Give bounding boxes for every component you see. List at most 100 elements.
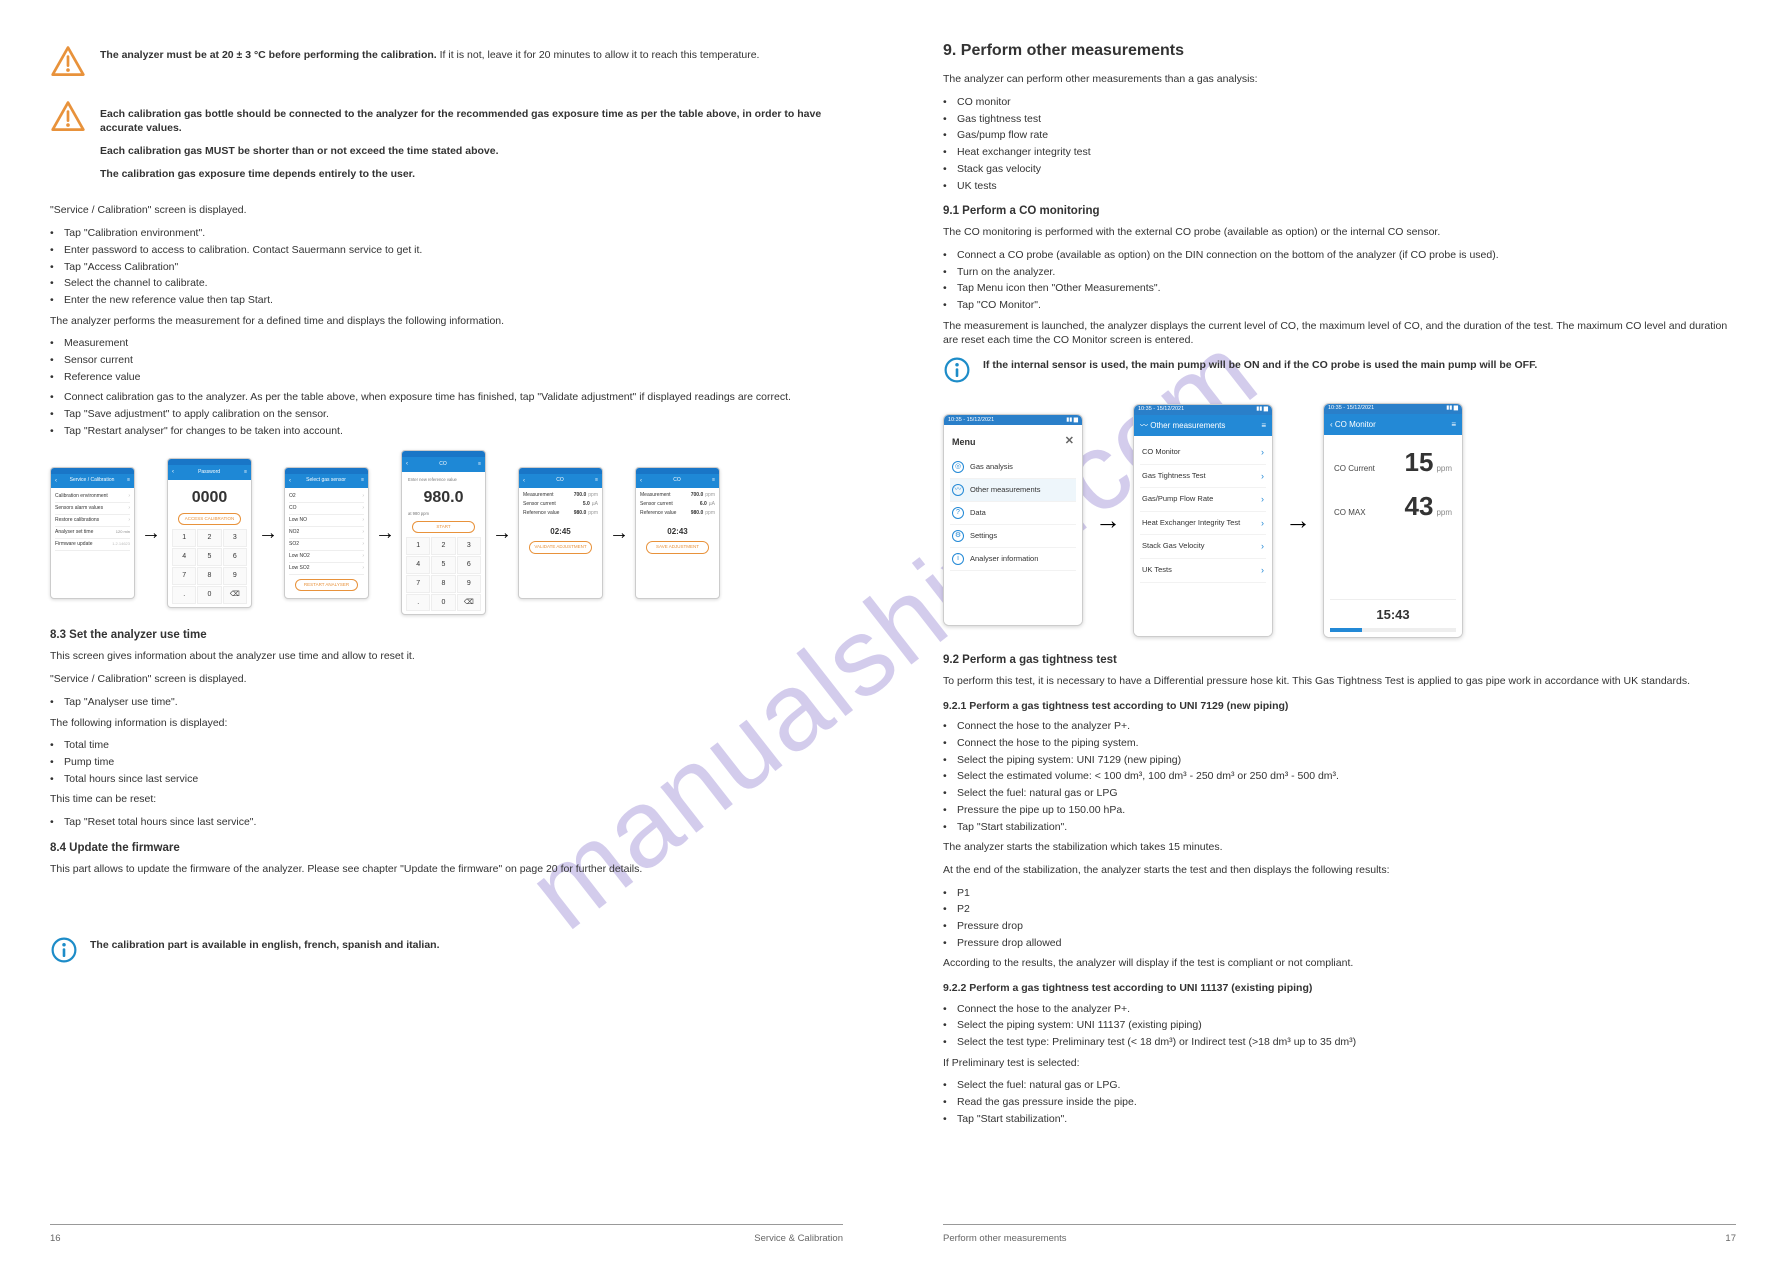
list-item: Select the fuel: natural gas or LPG [943,786,1736,801]
info-icon [943,356,971,389]
list-item: Tap "CO Monitor". [943,298,1736,313]
arrow-icon: → [1285,502,1311,538]
list-item: Gas tightness test [943,112,1736,127]
list-item: Reference value [50,370,843,385]
list-item: Tap "Start stabilization". [943,1112,1736,1127]
section-9-2-2-title: 9.2.2 Perform a gas tightness test accor… [943,981,1736,996]
list-item: UK tests [943,179,1736,194]
list-item: Measurement [50,336,843,351]
chapter-9-intro: The analyzer can perform other measureme… [943,72,1736,87]
chapter-9-title: 9. Perform other measurements [943,40,1736,62]
page-number-left: 16 [50,1232,61,1245]
list-item: Pressure the pipe up to 150.00 hPa. [943,803,1736,818]
list-item: P2 [943,902,1736,917]
list-item: Select the piping system: UNI 11137 (exi… [943,1018,1736,1033]
list-item: P1 [943,886,1736,901]
list-item: Read the gas pressure inside the pipe. [943,1095,1736,1110]
list-item: Tap "Calibration environment". [50,226,843,241]
info-languages-text: The calibration part is available in eng… [90,939,440,951]
warning-1-text: The analyzer must be at 20 ± 3 °C before… [100,44,843,85]
list-item: Connect the hose to the analyzer P+. [943,1002,1736,1017]
warning-icon [50,44,86,85]
list-item: Tap Menu icon then "Other Measurements". [943,281,1736,296]
list-item: Tap "Analyser use time". [50,695,843,710]
list-item: Tap "Restart analyser" for changes to be… [50,424,843,439]
info-internal-text: If the internal sensor is used, the main… [983,359,1537,371]
arrow-icon: → [492,519,512,547]
list-item: Gas/pump flow rate [943,128,1736,143]
info-note-internal-sensor: If the internal sensor is used, the main… [943,356,1736,389]
section-9-2-1-title: 9.2.1 Perform a gas tightness test accor… [943,699,1736,714]
warning-2: Each calibration gas bottle should be co… [50,99,843,190]
p92-a: To perform this test, it is necessary to… [943,674,1736,689]
p91-b: The measurement is launched, the analyze… [943,319,1736,348]
screenshot-select-gas: ‹Select gas sensor≡ O2› CO› Low NO› NO2›… [284,467,369,600]
calibration-steps-b: Connect calibration gas to the analyzer.… [50,390,843,438]
footer-right-title: Perform other measurements [943,1232,1067,1245]
arrow-icon: → [609,519,629,547]
list-item: Connect the hose to the piping system. [943,736,1736,751]
section-8-4-title: 8.4 Update the firmware [50,840,843,856]
list-item: Select the estimated volume: < 100 dm³, … [943,769,1736,784]
list-item: Pressure drop allowed [943,936,1736,951]
list-item: Heat exchanger integrity test [943,145,1736,160]
list-item: Tap "Start stabilization". [943,820,1736,835]
list-item: Total time [50,738,843,753]
measurement-info-list: Measurement Sensor current Reference val… [50,336,843,384]
p91-a: The CO monitoring is performed with the … [943,225,1736,240]
apply-measurement-para: The analyzer performs the measurement fo… [50,314,843,329]
list-item: Select the piping system: UNI 7129 (new … [943,753,1736,768]
calibration-steps-a: Tap "Calibration environment". Enter pas… [50,226,843,307]
list-item: Tap "Save adjustment" to apply calibrati… [50,407,843,422]
page-left: The analyzer must be at 20 ± 3 °C before… [0,0,893,1263]
screenshot-service-calibration: ‹Service / Calibration≡ Calibration envi… [50,467,135,599]
warning-2-text: Each calibration gas bottle should be co… [100,99,843,190]
arrow-icon: → [1095,502,1121,538]
screenshot-co-monitor: 10:35 - 15/12/2021▮▮ ▆ ‹ CO Monitor≡ CO … [1323,403,1463,638]
warning-1: The analyzer must be at 20 ± 3 °C before… [50,44,843,85]
list-item: Total hours since last service [50,772,843,787]
page-number-right: 17 [1725,1232,1736,1245]
list-item: Connect a CO probe (available as option)… [943,248,1736,263]
p921-end: At the end of the stabilization, the ana… [943,863,1736,878]
list-item: Select the fuel: natural gas or LPG. [943,1078,1736,1093]
info-note-languages: The calibration part is available in eng… [50,936,843,969]
p83-reset: This time can be reset: [50,792,843,807]
arrow-icon: → [258,519,278,547]
list-item: Tap "Reset total hours since last servic… [50,815,843,830]
calibration-screen-para: "Service / Calibration" screen is displa… [50,203,843,218]
section-9-1-title: 9.1 Perform a CO monitoring [943,203,1736,219]
warning-icon [50,99,86,190]
screenshot-menu: 10:35 - 15/12/2021▮▮ ▆ Menu✕ ◎Gas analys… [943,414,1083,626]
footer-left-title: Service & Calibration [754,1232,843,1245]
close-icon: ✕ [1065,434,1074,449]
list-item: Select the test type: Preliminary test (… [943,1035,1736,1050]
calibration-flow-screenshots: ‹Service / Calibration≡ Calibration envi… [50,450,843,615]
list-item: Enter password to access to calibration.… [50,243,843,258]
list-item: Enter the new reference value then tap S… [50,293,843,308]
p922-pre: If Preliminary test is selected: [943,1056,1736,1071]
p83-list-intro: The following information is displayed: [50,716,843,731]
list-item: Pressure drop [943,919,1736,934]
section-9-2-title: 9.2 Perform a gas tightness test [943,652,1736,668]
co-monitor-flow-screenshots: 10:35 - 15/12/2021▮▮ ▆ Menu✕ ◎Gas analys… [943,403,1736,638]
arrow-icon: → [141,519,161,547]
p84: This part allows to update the firmware … [50,862,843,877]
list-item: Connect calibration gas to the analyzer.… [50,390,843,405]
p83-intro: This screen gives information about the … [50,649,843,664]
list-item: Tap "Access Calibration" [50,260,843,275]
section-8-3-title: 8.3 Set the analyzer use time [50,627,843,643]
list-item: Select the channel to calibrate. [50,276,843,291]
screenshot-validate: ‹CO≡ Measurement700.0ppm Sensor current5… [518,467,603,599]
p83-nav: "Service / Calibration" screen is displa… [50,672,843,687]
arrow-icon: → [375,519,395,547]
list-item: Sensor current [50,353,843,368]
list-item: Connect the hose to the analyzer P+. [943,719,1736,734]
screenshot-save: ‹CO≡ Measurement700.0ppm Sensor current6… [635,467,720,599]
info-icon [50,936,78,969]
list-item: Turn on the analyzer. [943,265,1736,280]
page-right: 9. Perform other measurements The analyz… [893,0,1786,1263]
screenshot-enter-reference: ‹CO≡ Enter new reference value 980.0 at … [401,450,486,615]
screenshot-password: ‹Password≡ 0000 ACCESS CALIBRATION 123 4… [167,458,252,607]
list-item: CO monitor [943,95,1736,110]
